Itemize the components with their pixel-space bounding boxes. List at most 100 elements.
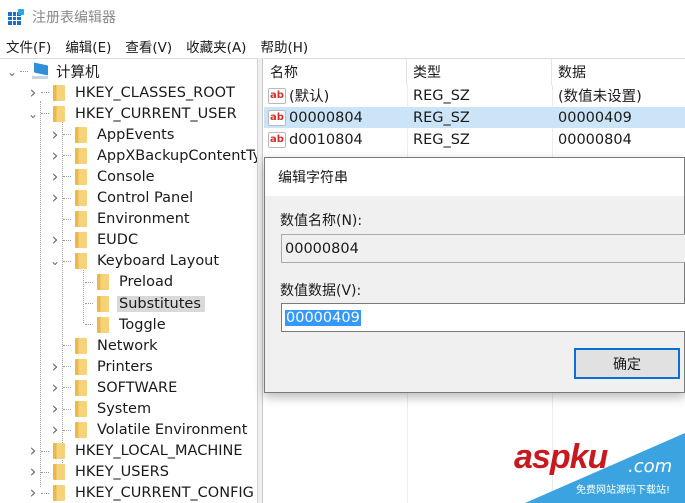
value-name: 00000804 [289,109,363,126]
menu-edit[interactable]: 编辑(E) [65,36,111,56]
string-value-icon: ab [268,131,286,148]
column-header-type[interactable]: 类型 [407,59,552,85]
list-row-selected[interactable]: ab 00000804 REG_SZ 00000409 [264,107,685,128]
tree-item-selected[interactable]: Substitutes [71,293,205,314]
folder-icon [75,401,87,417]
tree-item-label: 计算机 [56,65,100,81]
tree-item[interactable]: ⌄ Keyboard Layout [49,251,219,272]
tree-connector [63,408,71,410]
folder-icon [53,443,65,460]
tree-connector [63,345,71,347]
value-type: REG_SZ [413,109,470,126]
tree-connector [85,324,93,326]
value-data-label: 数值数据(V): [280,283,362,299]
list-header: 名称 类型 数据 [264,59,685,85]
folder-icon [53,105,65,122]
chevron-right-icon[interactable]: › [49,230,61,250]
menu-file[interactable]: 文件(F) [6,36,51,56]
tree-item[interactable]: ⌄ HKEY_CURRENT_USER [27,103,237,124]
chevron-right-icon[interactable]: › [49,188,61,208]
watermark-tagline: 免费网站源码下载站! [576,485,671,496]
chevron-right-icon[interactable]: › [49,357,61,377]
tree-connector [41,492,49,494]
tree-connector [63,197,71,199]
folder-icon [75,190,87,206]
chevron-right-icon[interactable]: › [27,462,39,482]
folder-icon [53,485,65,502]
tree-item-label: Environment [97,211,190,228]
tree-item[interactable]: › Printers [49,356,153,377]
string-value-icon: ab [268,87,286,104]
tree-item[interactable]: › AppXBackupContentTy [49,145,257,166]
tree-connector [20,71,28,72]
tree-connector [63,260,71,262]
column-header-data[interactable]: 数据 [552,59,685,85]
chevron-right-icon[interactable]: › [49,167,61,187]
watermark-suffix: .com [628,456,673,477]
tree-item[interactable]: › HKEY_USERS [27,462,169,483]
value-data-field[interactable]: 00000409 [281,303,685,332]
chevron-down-icon[interactable]: ⌄ [27,107,39,121]
tree-item[interactable]: › HKEY_CURRENT_CONFIG [27,483,254,503]
tree-item-label: Network [97,337,158,354]
tree-item[interactable]: Toggle [71,314,166,335]
tree-item-label: HKEY_USERS [75,464,169,481]
tree-item-label: Console [97,168,155,185]
tree-item[interactable]: › SOFTWARE [49,377,178,398]
chevron-right-icon[interactable]: › [49,146,61,166]
tree-item-label: Substitutes [117,295,205,312]
tree-item[interactable]: › Control Panel [49,188,194,209]
tree-item[interactable]: › HKEY_CLASSES_ROOT [27,82,235,103]
folder-icon [97,274,109,291]
registry-tree[interactable]: ⌄ 计算机 › HKEY_CLASSES_ROOT ⌄ HKEY_CURRENT_US… [0,58,258,503]
tree-connector [63,155,71,157]
tree-item-label: AppEvents [97,126,175,143]
chevron-right-icon[interactable]: › [27,441,39,461]
tree-item-label: Toggle [119,316,166,333]
folder-icon [75,126,87,143]
menu-help[interactable]: 帮助(H) [260,36,308,56]
menu-view[interactable]: 查看(V) [125,36,172,56]
tree-item[interactable]: › Volatile Environment [49,420,248,441]
chevron-right-icon[interactable]: › [49,399,61,419]
chevron-right-icon[interactable]: › [49,378,61,398]
value-name-field[interactable]: 00000804 [281,234,685,263]
tree-guide-line [40,101,41,487]
tree-item[interactable]: Network [49,335,158,356]
list-row[interactable]: ab d0010804 REG_SZ 00000804 [264,129,685,150]
window-title: 注册表编辑器 [32,10,116,26]
menu-bar: 文件(F) 编辑(E) 查看(V) 收藏夹(A) 帮助(H) [0,34,685,58]
tree-item[interactable]: Preload [71,272,173,293]
tree-item[interactable]: › System [49,399,151,420]
chevron-down-icon[interactable]: ⌄ [6,65,18,79]
chevron-right-icon[interactable]: › [49,125,61,145]
tree-item[interactable]: › AppEvents [49,124,175,145]
chevron-right-icon[interactable]: › [49,420,61,440]
watermark-brand: aspku [514,438,608,476]
watermark-logo: aspku .com 免费网站源码下载站! [510,430,685,503]
chevron-right-icon[interactable]: › [27,83,39,103]
folder-icon [53,84,65,101]
tree-item[interactable]: › Console [49,166,155,187]
chevron-down-icon[interactable]: ⌄ [49,254,61,268]
value-data: (数值未设置) [558,89,642,105]
tree-item-label: HKEY_CLASSES_ROOT [75,84,235,101]
pane-splitter[interactable] [258,58,263,503]
ok-button[interactable]: 确定 [574,348,680,379]
tree-connector [63,429,71,431]
registry-editor-icon [8,9,24,25]
list-row[interactable]: ab (默认) REG_SZ (数值未设置) [264,85,685,106]
tree-item[interactable]: › EUDC [49,230,138,251]
folder-icon [75,232,87,249]
value-name: (默认) [289,89,330,105]
tree-item-label: Control Panel [97,190,194,206]
value-name: d0010804 [289,131,363,148]
tree-item-label: HKEY_CURRENT_CONFIG [75,485,254,502]
menu-favorites[interactable]: 收藏夹(A) [186,36,246,56]
column-header-name[interactable]: 名称 [264,59,407,85]
tree-item-computer[interactable]: ⌄ 计算机 [6,61,100,82]
chevron-right-icon[interactable]: › [27,483,39,503]
tree-item[interactable]: Environment [49,209,190,230]
dialog-title[interactable]: 编辑字符串 [265,158,684,196]
tree-item[interactable]: › HKEY_LOCAL_MACHINE [27,441,243,462]
